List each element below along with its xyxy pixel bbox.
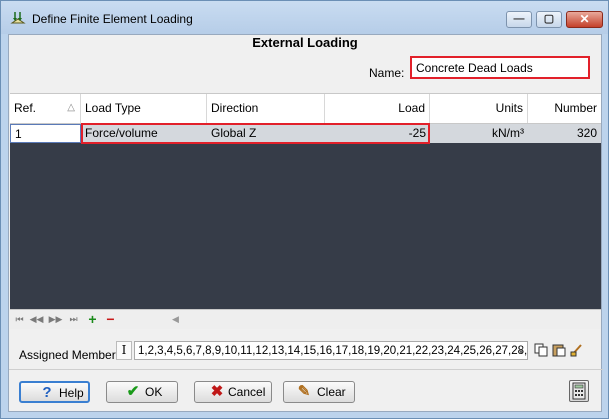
help-button[interactable]: ? Help <box>19 381 90 403</box>
paste-icon[interactable] <box>552 343 566 357</box>
help-label: Help <box>59 386 84 400</box>
column-header-number[interactable]: Number <box>528 94 601 123</box>
column-header-units[interactable]: Units <box>430 94 528 123</box>
calculator-icon <box>572 382 586 400</box>
assigned-members-input[interactable]: 1,2,3,4,5,6,7,8,9,10,11,12,13,14,15,16,1… <box>134 341 528 360</box>
delete-record-icon[interactable]: − <box>103 312 118 326</box>
close-icon: ✕ <box>579 12 590 26</box>
title-bar[interactable]: Define Finite Element Loading — ▢ ✕ <box>1 1 608 34</box>
cell-load-type[interactable]: Force/volume <box>81 124 207 143</box>
name-label: Name: <box>369 66 405 80</box>
dialog-body: External Loading Name: Concrete Dead Loa… <box>8 34 603 412</box>
cell-ref[interactable]: 1 <box>10 124 81 143</box>
cell-direction[interactable]: Global Z <box>207 124 325 143</box>
table-header: Ref. △ Load Type Direction Load Units Nu… <box>10 94 601 124</box>
ok-label: OK <box>145 385 163 399</box>
copy-icon[interactable] <box>534 343 548 357</box>
cancel-button[interactable]: ✖ Cancel <box>194 381 272 403</box>
grid-navigator: ⏮ ◀◀ ▶▶ ⏭ + − ◀ <box>10 309 601 329</box>
finite-element-load-icon <box>10 12 26 24</box>
section-heading: External Loading <box>252 35 358 50</box>
maximize-button[interactable]: ▢ <box>536 11 562 28</box>
column-header-direction[interactable]: Direction <box>207 94 325 123</box>
column-header-load-type[interactable]: Load Type <box>81 94 207 123</box>
window-title: Define Finite Element Loading <box>32 12 193 26</box>
loading-table[interactable]: Ref. △ Load Type Direction Load Units Nu… <box>10 93 601 310</box>
assigned-members-label: Assigned Members: <box>19 348 126 362</box>
previous-record-icon[interactable]: ◀◀ <box>29 312 44 326</box>
last-record-icon[interactable]: ⏭ <box>66 312 81 326</box>
minimize-icon: — <box>513 13 525 25</box>
clear-label: Clear <box>317 385 346 399</box>
cell-units[interactable]: kN/m³ <box>430 124 528 143</box>
eraser-icon: ✎ <box>297 383 311 400</box>
cancel-label: Cancel <box>228 385 266 399</box>
maximize-icon: ▢ <box>543 13 555 25</box>
dialog-window: Define Finite Element Loading — ▢ ✕ Exte… <box>0 0 609 419</box>
name-input[interactable]: Concrete Dead Loads <box>410 56 590 79</box>
cell-load[interactable]: -25 <box>325 124 430 143</box>
next-record-icon[interactable]: ▶▶ <box>48 312 63 326</box>
help-icon: ? <box>42 384 52 401</box>
scroll-left-icon[interactable]: ◀ <box>172 314 179 325</box>
clear-button[interactable]: ✎ Clear <box>283 381 355 403</box>
column-header-ref[interactable]: Ref. △ <box>10 94 81 123</box>
sort-ascending-icon: △ <box>67 102 75 113</box>
ok-button[interactable]: ✔ OK <box>106 381 178 403</box>
text-cursor-icon[interactable]: I <box>116 341 132 360</box>
column-header-label: Ref. <box>14 101 37 115</box>
divider <box>9 369 603 370</box>
first-record-icon[interactable]: ⏮ <box>12 312 27 326</box>
add-record-icon[interactable]: + <box>85 312 100 326</box>
cancel-x-icon: ✖ <box>210 383 224 400</box>
chevron-down-icon[interactable]: ∨ <box>515 341 527 360</box>
calculator-button[interactable] <box>569 380 589 402</box>
close-button[interactable]: ✕ <box>566 11 603 28</box>
table-row[interactable]: 1 Force/volume Global Z -25 kN/m³ 320 <box>10 124 601 143</box>
checkmark-icon: ✔ <box>126 383 140 400</box>
cell-number[interactable]: 320 <box>528 124 601 143</box>
minimize-button[interactable]: — <box>506 11 532 28</box>
column-header-load[interactable]: Load <box>325 94 430 123</box>
clear-members-icon[interactable] <box>570 343 584 357</box>
